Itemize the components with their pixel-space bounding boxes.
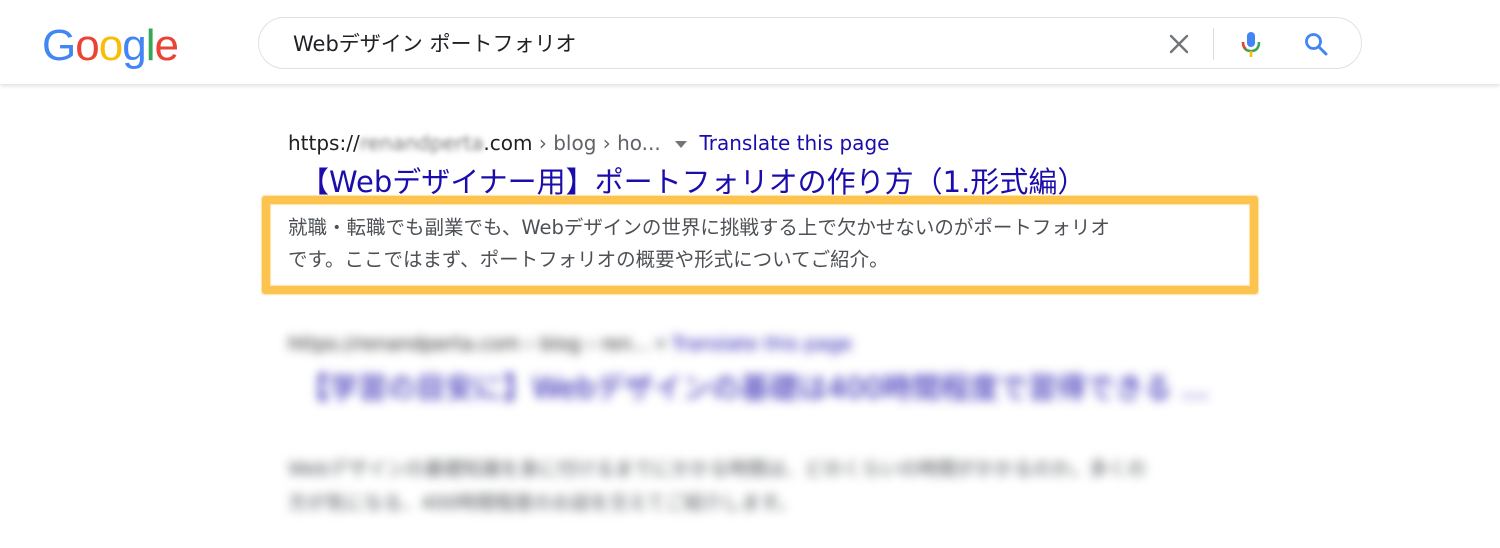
result-url[interactable]: https://renandperta.com › blog › ren... … <box>288 330 852 358</box>
result-title-link[interactable]: 【学習の目安に】Webデザインの基礎は400時間程度で習得できる ... <box>300 366 1230 410</box>
microphone-icon[interactable] <box>1239 30 1263 58</box>
snippet-line: Webデザインの基礎知識を身に付けるまでにかかる時間は、どのくらいの時間がかかる… <box>288 458 1147 480</box>
google-logo[interactable]: Google <box>42 20 179 72</box>
snippet-highlight-frame <box>262 196 1258 294</box>
url-prefix: https:// <box>288 131 360 155</box>
result-snippet: Webデザインの基礎知識を身に付けるまでにかかる時間は、どのくらいの時間がかかる… <box>288 452 1238 520</box>
translate-link[interactable]: Translate this page <box>699 131 889 155</box>
dropdown-arrow-icon[interactable] <box>675 141 688 148</box>
logo-letter: o <box>75 21 100 70</box>
logo-letter: o <box>98 21 124 70</box>
snippet-line: 方が気になる、400時間程度のお話を交えてご紹介します。 <box>288 492 797 514</box>
logo-letter: e <box>154 21 179 70</box>
search-input[interactable] <box>291 28 1115 60</box>
url-text: https://renandperta.com › blog › ren... <box>288 333 650 355</box>
close-icon[interactable] <box>1167 32 1191 56</box>
dropdown-arrow-icon[interactable]: ▾ <box>656 333 666 355</box>
search-box[interactable] <box>258 17 1362 69</box>
url-domain-redacted: renandperta <box>359 131 484 155</box>
search-icon[interactable] <box>1303 31 1329 57</box>
url-suffix: .com <box>483 131 533 155</box>
translate-link[interactable]: Translate this page <box>672 333 852 355</box>
search-divider <box>1213 28 1214 60</box>
top-bar: Google <box>0 0 1500 84</box>
url-breadcrumb: › blog › ho... <box>538 131 661 155</box>
search-result: https://renandperta.com › blog › ho... T… <box>288 128 1248 158</box>
result-url[interactable]: https://renandperta.com › blog › ho... T… <box>288 128 1248 158</box>
logo-letter: l <box>145 21 156 70</box>
logo-letter: g <box>122 21 147 70</box>
logo-letter: G <box>42 21 76 70</box>
